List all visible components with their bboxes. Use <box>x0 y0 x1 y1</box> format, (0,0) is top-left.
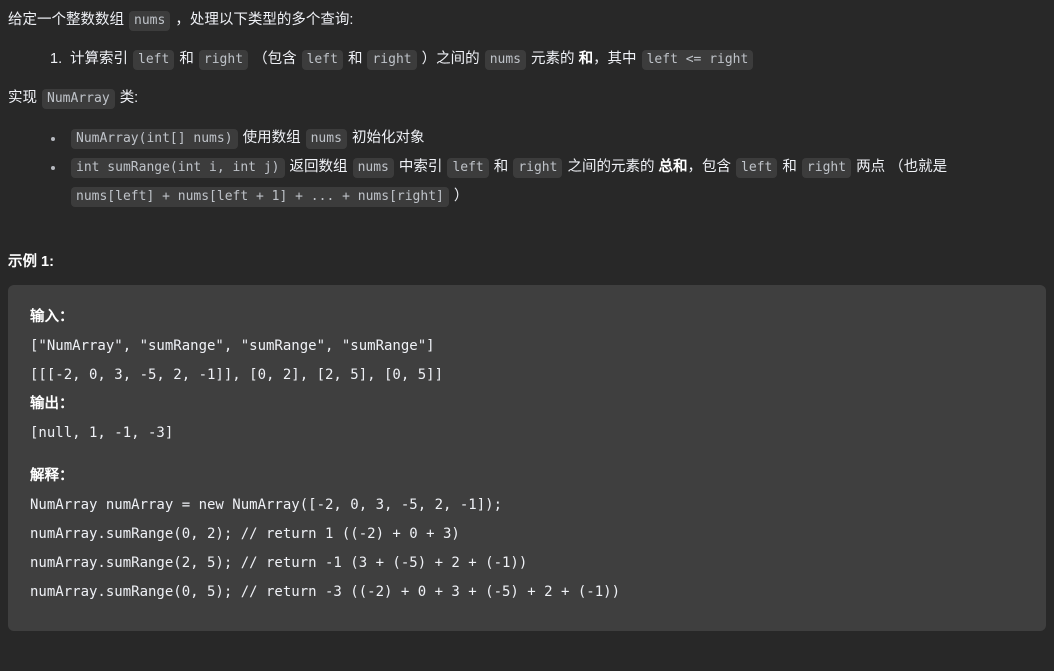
m1-text-5: ，包含 <box>687 159 732 175</box>
implement-paragraph: 实现 NumArray 类: <box>8 85 1046 112</box>
inline-code-nums-4: nums <box>352 158 394 178</box>
m0-text-1: 使用数组 <box>242 130 301 146</box>
m1-wrap-text-1: （也就是 <box>889 159 948 175</box>
inline-code-nums-3: nums <box>305 129 347 149</box>
method-list: NumArray(int[] nums) 使用数组 nums 初始化对象 int… <box>8 124 1046 211</box>
inline-code-nums-2: nums <box>484 50 526 70</box>
m1-text-7: 两点 <box>856 159 886 175</box>
m1-text-3: 和 <box>493 159 509 175</box>
q-text-3: （包含 <box>253 51 297 67</box>
inline-code-right-3: right <box>513 158 563 178</box>
input-label: 输入： <box>30 309 74 325</box>
inline-code-numarray: NumArray <box>42 89 115 109</box>
output-line-0: [null, 1, -1, -3] <box>30 425 174 441</box>
intro-paragraph: 给定一个整数数组 nums ，处理以下类型的多个查询: <box>8 7 1046 34</box>
q-text-2: 和 <box>179 51 194 67</box>
implement-text-before: 实现 <box>8 90 37 106</box>
implement-text-after: 类: <box>119 90 139 106</box>
inline-code-left-le-right: left <= right <box>641 50 754 70</box>
example-code-block: 输入： ["NumArray", "sumRange", "sumRange", … <box>8 285 1046 631</box>
q-text-5: ）之间的 <box>421 51 480 67</box>
m1-text-6: 和 <box>782 159 797 175</box>
explain-label: 解释： <box>30 468 74 484</box>
m1-text-1: 返回数组 <box>289 159 348 175</box>
input-line-1: [[[-2, 0, 3, -5, 2, -1]], [0, 2], [2, 5]… <box>30 367 444 383</box>
inline-code-sumrange-sig: int sumRange(int i, int j) <box>71 158 285 178</box>
m1-text-2: 中索引 <box>398 159 443 175</box>
inline-code-left-2: left <box>301 50 343 70</box>
intro-text-after: ，处理以下类型的多个查询: <box>175 12 354 28</box>
q-bold-sum: 和 <box>578 51 594 67</box>
query-list-item: 计算索引 left 和 right （包含 left 和 right ）之间的 … <box>8 46 1046 73</box>
intro-text-before: 给定一个整数数组 <box>8 12 124 28</box>
explain-line-3: numArray.sumRange(0, 5); // return -3 ((… <box>30 584 621 600</box>
explain-line-2: numArray.sumRange(2, 5); // return -1 (3… <box>30 555 528 571</box>
input-line-0: ["NumArray", "sumRange", "sumRange", "su… <box>30 338 435 354</box>
inline-code-right-4: right <box>801 158 852 178</box>
inline-code-left: left <box>133 50 175 70</box>
inline-code-nums: nums <box>129 11 171 31</box>
example-heading: 示例 1: <box>8 254 54 270</box>
inline-code-right-2: right <box>367 50 417 70</box>
m1-wrap-text-2: ） <box>453 188 469 204</box>
q-text-6: 元素的 <box>531 51 575 67</box>
inline-code-left-3: left <box>447 158 489 178</box>
explain-line-0: NumArray numArray = new NumArray([-2, 0,… <box>30 497 503 513</box>
q-text-4: 和 <box>347 51 363 67</box>
m1-bold-total: 总和 <box>658 159 688 175</box>
inline-code-numarray-ctor: NumArray(int[] nums) <box>71 129 238 149</box>
problem-description-page: 给定一个整数数组 nums ，处理以下类型的多个查询: 计算索引 left 和 … <box>0 0 1054 631</box>
m0-text-2: 初始化对象 <box>351 130 425 146</box>
explain-line-1: numArray.sumRange(0, 2); // return 1 ((-… <box>30 526 460 542</box>
method-list-item-sumrange: int sumRange(int i, int j) 返回数组 nums 中索引… <box>8 153 1046 211</box>
inline-code-left-4: left <box>736 158 778 178</box>
output-label: 输出： <box>30 396 74 412</box>
q-text-1: 计算索引 <box>70 51 128 67</box>
inline-code-sum-expression: nums[left] + nums[left + 1] + ... + nums… <box>71 187 449 207</box>
method-list-item-constructor: NumArray(int[] nums) 使用数组 nums 初始化对象 <box>8 124 1046 153</box>
m1-text-4: 之间的元素的 <box>567 159 655 175</box>
q-text-7: ，其中 <box>593 51 637 67</box>
query-type-list: 计算索引 left 和 right （包含 left 和 right ）之间的 … <box>8 46 1046 73</box>
inline-code-right: right <box>198 50 249 70</box>
